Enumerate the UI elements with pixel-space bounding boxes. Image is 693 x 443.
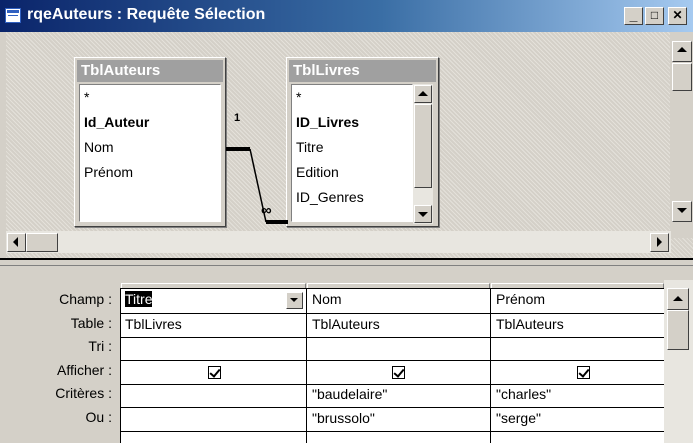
grid-line <box>120 431 664 432</box>
row-label-champ: Champ : <box>59 291 112 307</box>
relationship-line[interactable] <box>220 132 300 232</box>
champ-cell-2[interactable]: Nom <box>309 291 487 307</box>
scroll-right-button[interactable] <box>650 233 669 252</box>
restore-button[interactable]: □ <box>645 7 664 25</box>
ou-cell-3[interactable]: "serge" <box>493 410 661 426</box>
scroll-left-button[interactable] <box>7 233 26 252</box>
table-cell-1[interactable]: TblLivres <box>122 316 302 332</box>
table-title[interactable]: TblAuteurs <box>77 60 223 82</box>
table-box-tblauteurs[interactable]: TblAuteurs * Id_Auteur Nom Prénom <box>74 57 226 227</box>
table-title[interactable]: TblLivres <box>289 60 436 82</box>
scroll-thumb[interactable] <box>672 63 692 91</box>
field-item[interactable]: ID_Genres <box>292 185 412 210</box>
window-title: rqeAuteurs : Requête Sélection <box>27 6 266 23</box>
arrow-left-icon <box>13 237 18 247</box>
table-box-tbllivres[interactable]: TblLivres * ID_Livres Titre Edition ID_G… <box>286 57 439 227</box>
grid-line <box>120 384 664 385</box>
row-label-table: Table : <box>70 315 112 331</box>
minimize-button[interactable]: _ <box>624 7 643 25</box>
afficher-checkbox-3[interactable] <box>577 366 590 379</box>
arrow-right-icon <box>657 237 662 247</box>
grid-line <box>120 288 121 443</box>
row-label-criteres: Critères : <box>55 385 112 401</box>
scroll-thumb[interactable] <box>667 310 689 350</box>
row-label-tri: Tri : <box>88 338 112 354</box>
field-item[interactable]: Titre <box>292 135 412 160</box>
row-label-ou: Ou : <box>85 409 112 425</box>
arrow-down-icon <box>418 212 428 217</box>
criteres-cell-3[interactable]: "charles" <box>493 386 661 402</box>
query-grid-pane[interactable]: Champ : Table : Tri : Afficher : Critère… <box>0 266 693 443</box>
criteres-cell-2[interactable]: "baudelaire" <box>309 386 487 402</box>
arrow-down-icon <box>677 208 687 213</box>
grid-line <box>306 288 307 443</box>
close-button[interactable]: ✕ <box>668 7 687 25</box>
arrow-up-icon <box>677 47 687 52</box>
query-design-window: rqeAuteurs : Requête Sélection _ □ ✕ Tbl… <box>0 0 693 443</box>
field-item[interactable]: * <box>292 85 412 110</box>
ou-cell-2[interactable]: "brussolo" <box>309 410 487 426</box>
scroll-thumb[interactable] <box>414 104 432 188</box>
scroll-up-button[interactable] <box>672 41 692 62</box>
field-item[interactable]: Edition <box>292 160 412 185</box>
scroll-up-button[interactable] <box>667 288 689 310</box>
table-scrollbar[interactable] <box>413 84 433 224</box>
table-diagram-pane[interactable]: TblAuteurs * Id_Auteur Nom Prénom TblLiv… <box>6 32 693 258</box>
scroll-up-button[interactable] <box>414 85 432 103</box>
field-item[interactable]: Prénom <box>80 160 220 185</box>
diagram-horizontal-scrollbar[interactable] <box>6 231 671 253</box>
field-item[interactable]: * <box>80 85 220 110</box>
table-cell-3[interactable]: TblAuteurs <box>493 316 661 332</box>
champ-dropdown-button[interactable] <box>286 292 303 309</box>
diagram-vertical-scrollbar[interactable] <box>670 32 693 238</box>
relationship-one-label: 1 <box>234 112 241 124</box>
grid-line <box>120 337 664 338</box>
query-grid[interactable]: Titre TblLivres Nom TblAuteurs "baudelai… <box>120 288 664 443</box>
scroll-down-button[interactable] <box>672 201 692 222</box>
field-item-key[interactable]: Id_Auteur <box>80 110 220 135</box>
grid-line <box>490 288 491 443</box>
chevron-down-icon <box>290 298 298 302</box>
row-label-afficher: Afficher : <box>57 362 112 378</box>
arrow-up-icon <box>418 91 428 96</box>
grid-line <box>120 313 664 314</box>
pane-splitter[interactable] <box>0 258 693 266</box>
grid-line <box>120 407 664 408</box>
field-list[interactable]: * Id_Auteur Nom Prénom <box>79 84 221 222</box>
field-item[interactable]: Nom <box>80 135 220 160</box>
field-item-key[interactable]: ID_Livres <box>292 110 412 135</box>
table-cell-2[interactable]: TblAuteurs <box>309 316 487 332</box>
grid-vertical-scrollbar[interactable] <box>664 280 693 443</box>
afficher-checkbox-1[interactable] <box>208 366 221 379</box>
query-icon <box>5 8 21 23</box>
relationship-many-label: ∞ <box>261 202 272 219</box>
field-list[interactable]: * ID_Livres Titre Edition ID_Genres <box>291 84 413 222</box>
champ-cell-3[interactable]: Prénom <box>493 291 661 307</box>
arrow-up-icon <box>673 296 683 301</box>
scroll-down-button[interactable] <box>414 205 432 223</box>
afficher-checkbox-2[interactable] <box>392 366 405 379</box>
scroll-thumb[interactable] <box>26 233 58 252</box>
grid-line <box>120 360 664 361</box>
champ-cell-1[interactable]: Titre <box>122 291 282 307</box>
title-bar[interactable]: rqeAuteurs : Requête Sélection _ □ ✕ <box>0 0 693 32</box>
champ-value[interactable]: Titre <box>125 291 153 307</box>
grid-line <box>120 288 664 289</box>
